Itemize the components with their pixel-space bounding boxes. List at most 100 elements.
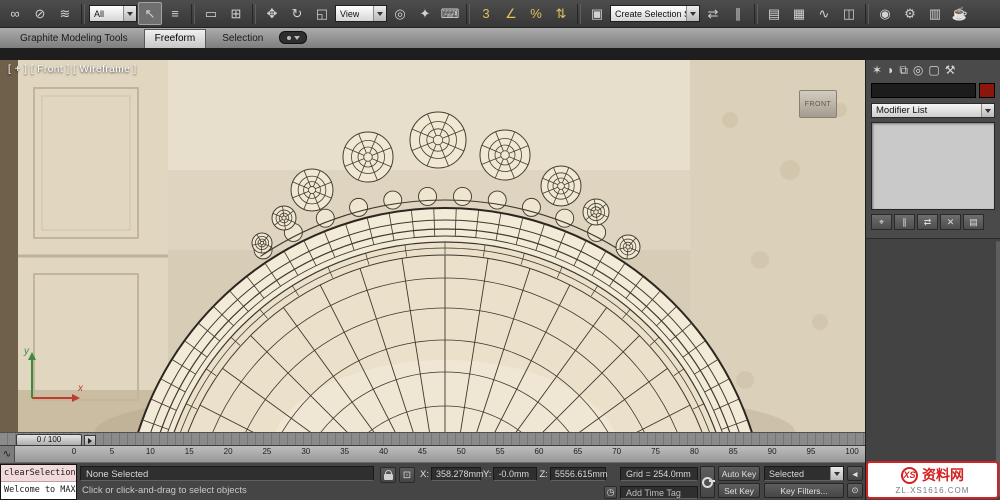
schematic-view-icon[interactable]: ◫ [837, 2, 861, 25]
utilities-tab-icon[interactable]: ⚒ [945, 63, 956, 77]
time-tag-icon: ◷ [604, 486, 617, 499]
set-keys-button[interactable] [700, 466, 715, 498]
modifier-stack[interactable] [871, 122, 995, 210]
render-setup-icon[interactable]: ⚙ [898, 2, 922, 25]
viewport-label[interactable]: [ + ] [ Front ] [ Wireframe ] [8, 64, 137, 75]
modifier-list-dropdown[interactable]: Modifier List [871, 103, 995, 118]
tab-graphite-modeling-tools[interactable]: Graphite Modeling Tools [10, 30, 138, 48]
status-bar: clearSelection Welcome to MAX None Selec… [0, 462, 866, 500]
x-coord-field[interactable]: 358.278mm [430, 467, 484, 481]
rollout-scrollbar[interactable] [996, 241, 1000, 497]
render-production-icon[interactable]: ☕ [948, 2, 972, 25]
time-configuration-button[interactable]: ⊙ [847, 483, 863, 498]
create-tab-icon[interactable]: ✶ [872, 63, 882, 77]
toolbar-separator [466, 3, 470, 24]
select-object-icon[interactable]: ↖ [138, 2, 162, 25]
percent-snap-toggle-icon[interactable]: % [524, 2, 548, 25]
tab-selection[interactable]: Selection [212, 30, 273, 48]
spinner-snap-toggle-icon[interactable]: ⇅ [549, 2, 573, 25]
use-pivot-point-center-icon[interactable]: ◎ [388, 2, 412, 25]
edit-named-selection-sets-icon[interactable]: ▣ [585, 2, 609, 25]
select-by-name-icon[interactable]: ≡ [163, 2, 187, 25]
show-end-result-button[interactable]: ∥ [894, 214, 915, 230]
tick-label: 20 [223, 447, 233, 456]
watermark-logo: XS [901, 466, 918, 484]
y-coord-field[interactable]: -0.0mm [493, 467, 538, 481]
key-selection-dropdown[interactable]: Selected [764, 466, 844, 481]
coordinate-display: X: 358.278mm Y: -0.0mm Z: 5556.615mm [420, 467, 607, 481]
pin-stack-button[interactable]: ⌖ [871, 214, 892, 230]
create-selection-set-dropdown[interactable]: Create Selection Se [610, 5, 700, 22]
object-name-field[interactable] [871, 83, 976, 98]
make-unique-button[interactable]: ⇄ [917, 214, 938, 230]
viewcube[interactable]: FRONT [799, 90, 837, 118]
tick-label: 40 [379, 447, 388, 456]
mini-curve-editor-button[interactable]: ∿ [0, 446, 15, 462]
modify-tab-icon[interactable]: ◗ [887, 63, 894, 77]
select-and-scale-icon[interactable]: ◱ [310, 2, 334, 25]
configure-modifier-sets-button[interactable]: ▤ [963, 214, 984, 230]
absolute-offset-toggle[interactable]: ⊡ [399, 467, 415, 483]
z-coord-field[interactable]: 5556.615mm [549, 467, 607, 481]
angle-snap-toggle-icon[interactable]: ∠ [499, 2, 523, 25]
layer-manager-icon[interactable]: ▤ [762, 2, 786, 25]
add-time-tag-field[interactable]: Add Time Tag [620, 486, 698, 499]
select-and-link-icon[interactable]: ∞ [3, 2, 27, 25]
command-panel-tabs: ✶ ◗ ⧉ ◎ ▢ ⚒ [866, 60, 1000, 80]
motion-tab-icon[interactable]: ◎ [913, 63, 923, 77]
reference-coordinate-dropdown[interactable]: View [335, 5, 387, 22]
align-icon[interactable]: ∥ [726, 2, 750, 25]
tick-label: 5 [109, 447, 115, 456]
viewport-canvas[interactable]: x y [0, 60, 865, 432]
display-tab-icon[interactable]: ▢ [928, 63, 939, 77]
tick-label: 15 [184, 447, 194, 456]
toolbar-separator [865, 3, 869, 24]
selection-status-field: None Selected [80, 466, 374, 481]
auto-key-button[interactable]: Auto Key [718, 466, 760, 481]
axis-y-label: y [23, 346, 30, 357]
selection-filter-dropdown[interactable]: All [89, 5, 137, 22]
rendered-frame-window-icon[interactable]: ▥ [923, 2, 947, 25]
track-bar[interactable]: ∿ 0 5 10 15 20 25 30 35 40 45 50 55 60 6… [0, 445, 865, 462]
tab-freeform[interactable]: Freeform [143, 29, 207, 48]
hierarchy-tab-icon[interactable]: ⧉ [899, 63, 908, 78]
object-color-swatch[interactable] [979, 83, 995, 98]
window-crossing-icon[interactable]: ⊞ [224, 2, 248, 25]
macro-recorder-line: clearSelection [1, 465, 76, 482]
select-and-manipulate-icon[interactable]: ✦ [413, 2, 437, 25]
tick-label: 35 [340, 447, 350, 456]
tick-label: 90 [767, 447, 777, 456]
bind-to-space-warp-icon[interactable]: ≋ [53, 2, 77, 25]
set-key-button[interactable]: Set Key [718, 483, 760, 498]
modifier-list-label: Modifier List [876, 105, 928, 116]
rectangular-selection-region-icon[interactable]: ▭ [199, 2, 223, 25]
material-editor-icon[interactable]: ◉ [873, 2, 897, 25]
selection-lock-toggle[interactable] [380, 467, 396, 483]
tick-label: 95 [806, 447, 816, 456]
curve-editor-icon[interactable]: ∿ [812, 2, 836, 25]
select-and-move-icon[interactable]: ✥ [260, 2, 284, 25]
remove-modifier-button[interactable]: ✕ [940, 214, 961, 230]
prompt-line: Click or click-and-drag to select object… [82, 485, 247, 496]
watermark-brand: 资料网 [922, 467, 964, 483]
unlink-selection-icon[interactable]: ⊘ [28, 2, 52, 25]
chevron-down-icon [373, 6, 386, 21]
snaps-toggle-icon[interactable]: 3 [474, 2, 498, 25]
tick-label: 80 [689, 447, 699, 456]
tick-label: 100 [845, 447, 859, 456]
key-filters-button[interactable]: Key Filters... [764, 483, 844, 498]
graphite-ribbon-tabs: Graphite Modeling Tools Freeform Selecti… [0, 28, 1000, 48]
key-selection-value: Selected [769, 468, 805, 479]
object-name-row [871, 83, 995, 98]
keyboard-shortcut-override-icon[interactable]: ⌨ [438, 2, 462, 25]
time-slider-track[interactable]: 0 / 100 [0, 432, 865, 446]
ribbon-minimize-button[interactable] [279, 31, 308, 44]
previous-frame-button[interactable]: ◄ [847, 466, 863, 481]
graphite-modeling-toggle-icon[interactable]: ▦ [787, 2, 811, 25]
toolbar-separator [754, 3, 758, 24]
maxscript-mini-listener[interactable]: clearSelection Welcome to MAX [0, 464, 77, 500]
select-and-rotate-icon[interactable]: ↻ [285, 2, 309, 25]
mirror-icon[interactable]: ⇄ [701, 2, 725, 25]
tick-label: 30 [301, 447, 311, 456]
front-viewport[interactable]: [ + ] [ Front ] [ Wireframe ] FRONT x y [0, 60, 865, 432]
